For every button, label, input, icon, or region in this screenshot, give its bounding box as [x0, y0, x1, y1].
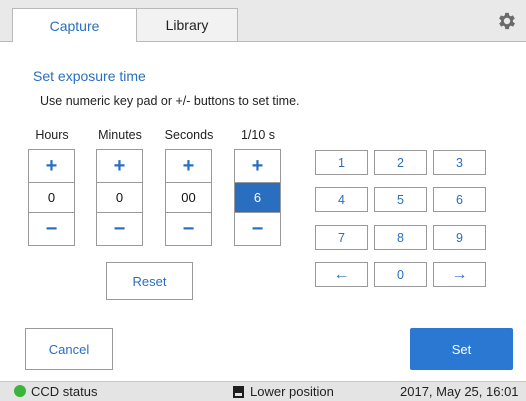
tab-library[interactable]: Library [136, 8, 238, 41]
minutes-label: Minutes [98, 128, 142, 142]
tenths-plus-button[interactable]: + [235, 150, 280, 182]
seconds-stepper: + 00 − [165, 149, 212, 246]
arrow-left-icon[interactable]: ← [315, 262, 368, 287]
keypad-4[interactable]: 4 [315, 187, 368, 212]
hours-stepper: + 0 − [28, 149, 75, 246]
seconds-label: Seconds [164, 128, 214, 142]
tab-library-label: Library [165, 17, 209, 33]
minutes-plus-button[interactable]: + [97, 150, 142, 182]
hours-minus-button[interactable]: − [29, 213, 74, 245]
keypad-5[interactable]: 5 [374, 187, 427, 212]
keypad-2[interactable]: 2 [374, 150, 427, 175]
tenths-minus-button[interactable]: − [235, 213, 280, 245]
minutes-value[interactable]: 0 [97, 182, 142, 213]
tab-capture[interactable]: Capture [12, 8, 137, 42]
seconds-plus-button[interactable]: + [166, 150, 211, 182]
minutes-minus-button[interactable]: − [97, 213, 142, 245]
app-window: Capture Library Set exposure time Use nu… [0, 0, 526, 401]
tenths-value[interactable]: 6 [235, 182, 280, 213]
exposure-panel: Set exposure time Use numeric key pad or… [0, 41, 526, 381]
cancel-button[interactable]: Cancel [25, 328, 113, 370]
ccd-status-indicator [14, 385, 26, 397]
seconds-value[interactable]: 00 [166, 182, 211, 213]
hours-value[interactable]: 0 [29, 182, 74, 213]
minutes-stepper: + 0 − [96, 149, 143, 246]
status-bar: CCD status Lower position 2017, May 25, … [0, 381, 526, 401]
gear-icon[interactable] [496, 10, 518, 32]
keypad-8[interactable]: 8 [374, 225, 427, 250]
keypad-7[interactable]: 7 [315, 225, 368, 250]
reset-button[interactable]: Reset [106, 262, 193, 300]
tray-icon [233, 386, 244, 398]
keypad-6[interactable]: 6 [433, 187, 486, 212]
hours-plus-button[interactable]: + [29, 150, 74, 182]
dialog-title: Set exposure time [33, 68, 146, 84]
keypad-0[interactable]: 0 [374, 262, 427, 287]
keypad-9[interactable]: 9 [433, 225, 486, 250]
tab-capture-label: Capture [49, 17, 100, 34]
keypad-1[interactable]: 1 [315, 150, 368, 175]
tenths-label: 1/10 s [240, 128, 276, 142]
datetime-display: 2017, May 25, 16:01 [400, 384, 519, 399]
position-label: Lower position [250, 384, 334, 399]
ccd-status-label: CCD status [31, 384, 98, 399]
set-button[interactable]: Set [410, 328, 513, 370]
tenths-stepper: + 6 − [234, 149, 281, 246]
arrow-right-icon[interactable]: → [433, 262, 486, 287]
instructions-text: Use numeric key pad or +/- buttons to se… [40, 94, 300, 108]
keypad-3[interactable]: 3 [433, 150, 486, 175]
seconds-minus-button[interactable]: − [166, 213, 211, 245]
hours-label: Hours [35, 128, 69, 142]
